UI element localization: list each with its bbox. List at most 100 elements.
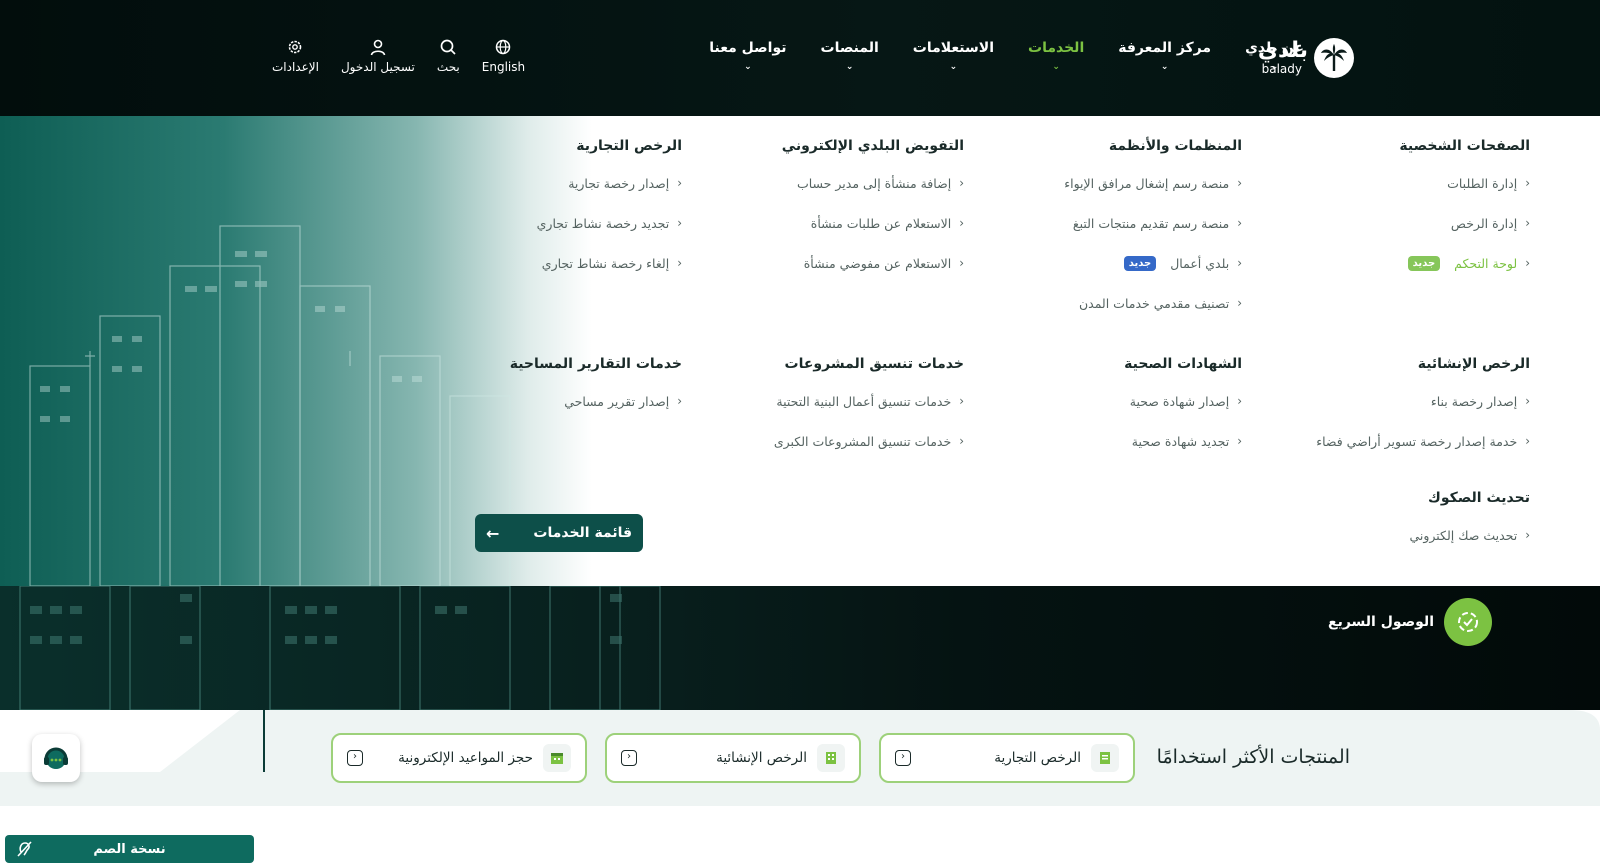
services-list-button[interactable]: ← قائمة الخدمات xyxy=(475,514,643,552)
col-title: الصفحات الشخصية xyxy=(1399,138,1530,154)
link-facility-requests[interactable]: ‹ الاستعلام عن طلبات منشأة xyxy=(704,216,964,256)
product-construction-licenses[interactable]: الرخص الإنشائية ‹ xyxy=(605,733,861,783)
chevron-down-icon: ⌄ xyxy=(845,62,854,72)
link-label: إضافة منشأة إلى مدير حساب xyxy=(796,176,952,191)
top-header: بلدي balady عن بلدي ⌄ مركز المعرفة ⌄ الخدم… xyxy=(0,0,1600,116)
support-chat-button[interactable] xyxy=(32,734,80,782)
link-manage-licenses[interactable]: ‹ إدارة الرخص xyxy=(1280,216,1530,256)
chevron-left-icon: ‹ xyxy=(895,750,911,766)
link-tobacco-fee-platform[interactable]: ‹ منصة رسم تقديم منتجات التبغ xyxy=(982,216,1242,256)
product-commercial-licenses[interactable]: الرخص التجارية ‹ xyxy=(879,733,1135,783)
col-title: تحديث الصكوك xyxy=(1428,490,1530,506)
link-building-permit[interactable]: ‹ إصدار رخصة بناء xyxy=(1270,394,1530,434)
link-label: خدمات تنسيق المشروعات الكبرى xyxy=(773,434,952,449)
link-issue-commercial[interactable]: ‹ إصدار رخصة تجارية xyxy=(482,176,682,216)
link-manage-requests[interactable]: ‹ إدارة الطلبات xyxy=(1280,176,1530,216)
settings-label: الإعدادات xyxy=(272,60,319,74)
chevron-down-icon: ⌄ xyxy=(1160,62,1169,72)
link-label: إصدار رخصة تجارية xyxy=(568,176,670,191)
link-update-deed[interactable]: ‹ تحديث صك إلكتروني xyxy=(1270,528,1530,568)
chevron-down-icon: ⌄ xyxy=(1270,62,1279,72)
chevron-left-icon: ‹ xyxy=(1525,434,1530,448)
gear-icon xyxy=(289,40,302,54)
link-major-projects-coordination[interactable]: ‹ خدمات تنسيق المشروعات الكبرى xyxy=(704,434,964,474)
chevron-left-icon: ‹ xyxy=(347,750,363,766)
nav-about-label: عن بلدي xyxy=(1245,40,1304,56)
link-label: خدمات تنسيق أعمال البنية التحتية xyxy=(776,394,952,409)
quick-access-icon xyxy=(1444,598,1492,646)
chevron-left-icon: ‹ xyxy=(1237,176,1242,190)
buildings-illustration xyxy=(19,586,661,710)
settings-button[interactable]: الإعدادات xyxy=(272,38,319,74)
search-label: بحث xyxy=(436,60,460,74)
col-title: الرخص الإنشائية xyxy=(1417,356,1530,372)
nav-services-label: الخدمات xyxy=(1028,40,1085,56)
chevron-down-icon: ⌄ xyxy=(949,62,958,72)
link-infrastructure-coordination[interactable]: ‹ خدمات تنسيق أعمال البنية التحتية xyxy=(704,394,964,434)
link-label: تحديث صك إلكتروني xyxy=(1409,528,1518,543)
product-label: الرخص التجارية xyxy=(994,750,1081,766)
link-balady-business[interactable]: ‹ بلدي أعمال جديد xyxy=(982,256,1242,296)
chevron-left-icon: ‹ xyxy=(621,750,637,766)
nav-about[interactable]: عن بلدي ⌄ xyxy=(1245,40,1304,72)
chevron-left-icon: ‹ xyxy=(1237,394,1242,408)
deaf-version-label: نسخة الصم xyxy=(93,841,166,857)
chevron-left-icon: ‹ xyxy=(959,394,964,408)
link-facility-delegates[interactable]: ‹ الاستعلام عن مفوضي منشأة xyxy=(704,256,964,296)
services-list-label: قائمة الخدمات xyxy=(533,525,633,541)
chevron-left-icon: ‹ xyxy=(1525,394,1530,408)
link-label: لوحة التحكم xyxy=(1454,256,1518,271)
language-button[interactable]: English xyxy=(482,38,525,74)
link-lodging-fee-platform[interactable]: ‹ منصة رسم إشغال مرافق الإيواء xyxy=(982,176,1242,216)
nav-platforms[interactable]: المنصات ⌄ xyxy=(821,40,879,72)
globe-icon xyxy=(496,39,511,55)
nav-contact[interactable]: تواصل معنا ⌄ xyxy=(709,40,786,72)
nav-services[interactable]: الخدمات ⌄ xyxy=(1028,40,1084,72)
link-fencing-permit[interactable]: ‹ خدمة إصدار رخصة تسوير أراضي فضاء xyxy=(1270,434,1530,474)
login-label: تسجيل الدخول xyxy=(340,60,415,74)
link-survey-report[interactable]: ‹ إصدار تقرير مساحي xyxy=(482,394,682,434)
chevron-left-icon: ‹ xyxy=(1525,256,1530,270)
col-title: خدمات التقارير المساحية xyxy=(509,356,682,372)
link-label: الاستعلام عن طلبات منشأة xyxy=(810,216,952,231)
link-label: إصدار رخصة بناء xyxy=(1430,394,1518,409)
chevron-left-icon: ‹ xyxy=(1237,216,1242,230)
link-issue-health-cert[interactable]: ‹ إصدار شهادة صحية xyxy=(982,394,1242,434)
col-title: الرخص التجارية xyxy=(576,138,682,154)
col-title: الشهادات الصحية xyxy=(1124,356,1242,372)
nav-platforms-label: المنصات xyxy=(820,40,879,56)
main-nav: عن بلدي ⌄ مركز المعرفة ⌄ الخدمات ⌄ الاستعلا… xyxy=(709,40,1304,72)
col-commercial: الرخص التجارية ‹ إصدار رخصة تجارية ‹ تجديد… xyxy=(482,138,682,296)
deaf-version-button[interactable]: نسخة الصم xyxy=(5,835,254,863)
link-add-facility[interactable]: ‹ إضافة منشأة إلى مدير حساب xyxy=(704,176,964,216)
user-icon xyxy=(370,39,386,56)
search-button[interactable]: بحث xyxy=(437,38,460,74)
link-dashboard[interactable]: ‹ لوحة التحكم جديد xyxy=(1280,256,1530,296)
link-label: إصدار تقرير مساحي xyxy=(564,394,670,409)
palm-emblem-icon xyxy=(1314,38,1354,78)
product-appointments[interactable]: حجز المواعيد الإلكترونية ‹ xyxy=(331,733,587,783)
link-cancel-commercial[interactable]: ‹ إلغاء رخصة نشاط تجاري xyxy=(482,256,682,296)
nav-knowledge[interactable]: مركز المعرفة ⌄ xyxy=(1118,40,1211,72)
most-used-products: المنتجات الأكثر استخدامًا الرخص التجارية… xyxy=(0,710,1600,806)
col-deeds: تحديث الصكوك ‹ تحديث صك إلكتروني xyxy=(1270,490,1530,568)
headset-icon xyxy=(44,747,68,769)
quick-access-label: الوصول السريع xyxy=(1328,614,1434,630)
quick-access[interactable]: الوصول السريع xyxy=(1328,598,1492,646)
product-label: الرخص الإنشائية xyxy=(716,750,807,766)
link-renew-health-cert[interactable]: ‹ تجديد شهادة صحية xyxy=(982,434,1242,474)
col-title: المنظمات والأنظمة xyxy=(1108,138,1242,154)
arrow-left-icon: ← xyxy=(485,523,500,543)
link-label: تجديد رخصة نشاط تجاري xyxy=(536,216,670,231)
col-title: التفويض البلدي الإلكتروني xyxy=(781,138,964,154)
col-delegation: التفويض البلدي الإلكتروني ‹ إضافة منشأة إ… xyxy=(704,138,964,296)
link-renew-commercial[interactable]: ‹ تجديد رخصة نشاط تجاري xyxy=(482,216,682,256)
nav-inquiries[interactable]: الاستعلامات ⌄ xyxy=(913,40,994,72)
link-city-service-providers[interactable]: ‹ تصنيف مقدمي خدمات المدن xyxy=(982,296,1242,336)
chevron-left-icon: ‹ xyxy=(959,256,964,270)
login-button[interactable]: تسجيل الدخول xyxy=(341,38,415,74)
col-construction: الرخص الإنشائية ‹ إصدار رخصة بناء ‹ خدمة إ… xyxy=(1270,356,1530,474)
link-label: خدمة إصدار رخصة تسوير أراضي فضاء xyxy=(1316,434,1518,449)
link-label: إدارة الطلبات xyxy=(1447,176,1518,191)
new-badge: جديد xyxy=(1123,256,1157,271)
